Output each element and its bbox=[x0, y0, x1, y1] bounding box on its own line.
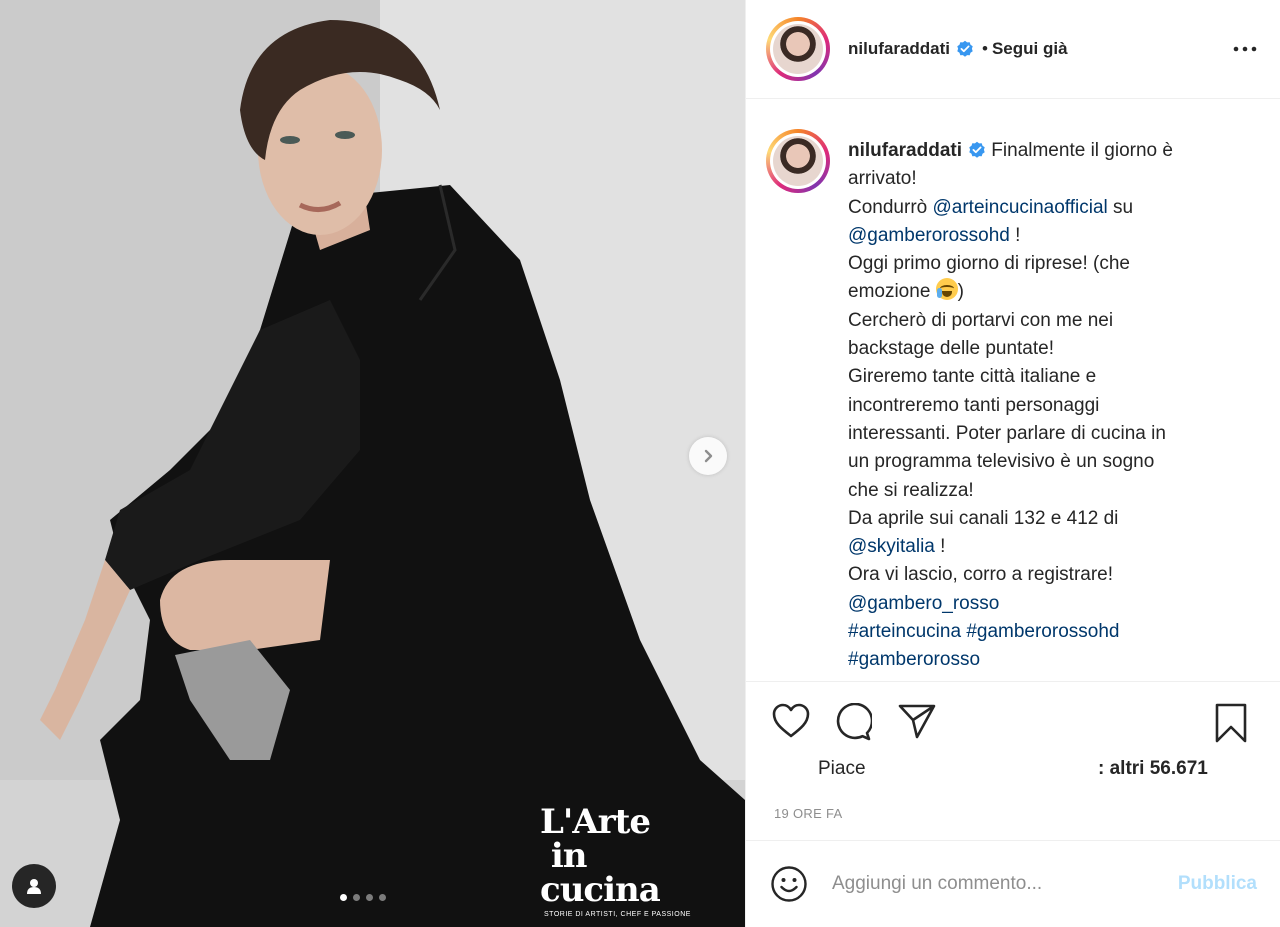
caption-text-segment: emozione bbox=[848, 281, 936, 303]
caption-line: @skyitalia ! bbox=[848, 533, 1223, 561]
caption-text-segment: Cercherò di portarvi con me nei bbox=[848, 309, 1114, 331]
caption-line: #gamberorosso bbox=[848, 646, 1223, 674]
caption-text-segment: ! bbox=[1009, 224, 1021, 246]
caption-line: Ora vi lascio, corro a registrare! bbox=[848, 561, 1223, 589]
caption-text-segment: incontreremo tanti personaggi bbox=[848, 394, 1100, 416]
caption-text: nilufaraddati Finalmente il giorno è arr… bbox=[848, 137, 1223, 681]
avatar[interactable] bbox=[766, 17, 830, 81]
caption-line: Cercherò di portarvi con me nei bbox=[848, 307, 1223, 335]
avatar-image bbox=[773, 24, 823, 74]
caption-text-segment: un programma televisivo è un sogno bbox=[848, 451, 1155, 473]
caption-text-segment: backstage delle puntate! bbox=[848, 338, 1054, 360]
publish-button[interactable]: Pubblica bbox=[1178, 873, 1257, 895]
carousel-indicator bbox=[340, 894, 386, 901]
post-media[interactable]: L'Arte in cucina STORIE DI ARTISTI, CHEF… bbox=[0, 0, 745, 927]
post-timestamp[interactable]: 19 ORE FA bbox=[774, 806, 842, 821]
carousel-dot bbox=[353, 894, 360, 901]
more-options-button[interactable] bbox=[1230, 39, 1260, 59]
follow-separator: • bbox=[982, 39, 988, 58]
post-side-panel: nilufaraddati • Segui già nilufaraddati … bbox=[745, 0, 1280, 927]
author-username[interactable]: nilufaraddati bbox=[848, 39, 950, 59]
post-photo bbox=[0, 0, 745, 927]
caption-text-segment: Oggi primo giorno di riprese! (che bbox=[848, 253, 1130, 275]
post-caption: nilufaraddati Finalmente il giorno è arr… bbox=[746, 99, 1280, 682]
caption-line: @gambero_rosso bbox=[848, 590, 1223, 618]
following-button[interactable]: Segui già bbox=[992, 39, 1068, 59]
crying-face-emoji-icon bbox=[935, 278, 958, 301]
caption-text-segment: arrivato! bbox=[848, 168, 917, 190]
caption-text-segment: Ora vi lascio, corro a registrare! bbox=[848, 564, 1114, 586]
caption-text-segment: su bbox=[1107, 196, 1134, 218]
caption-line: interessanti. Poter parlare di cucina in bbox=[848, 420, 1223, 448]
caption-line: Condurrò @arteincucinaofficial su bbox=[848, 194, 1223, 222]
likes-count[interactable]: : altri 56.671 bbox=[1098, 758, 1208, 780]
share-icon[interactable] bbox=[898, 703, 936, 739]
caption-line: backstage delle puntate! bbox=[848, 335, 1223, 363]
caption-text-segment: interessanti. Poter parlare di cucina in bbox=[848, 422, 1166, 444]
tagged-users-button[interactable] bbox=[12, 864, 56, 908]
bookmark-icon[interactable] bbox=[1214, 703, 1248, 743]
caption-line: che si realizza! bbox=[848, 477, 1223, 505]
caption-text-segment: Condurrò bbox=[848, 196, 933, 218]
chevron-right-icon bbox=[704, 449, 713, 463]
avatar-image bbox=[773, 136, 823, 186]
show-watermark-logo: L'Arte in cucina STORIE DI ARTISTI, CHEF… bbox=[540, 802, 691, 918]
caption-line: Gireremo tante città italiane e bbox=[848, 363, 1223, 391]
post-actions bbox=[746, 683, 1280, 763]
caption-line: Oggi primo giorno di riprese! (che bbox=[848, 250, 1223, 278]
verified-icon bbox=[969, 141, 985, 158]
hashtag-link[interactable]: #gamberorossohd bbox=[966, 621, 1119, 642]
likes-prefix: Piace bbox=[818, 758, 866, 779]
mention-link[interactable]: @skyitalia bbox=[848, 536, 935, 557]
user-tag-icon bbox=[27, 879, 41, 894]
hashtag-link[interactable]: #arteincucina bbox=[848, 621, 961, 642]
verified-icon bbox=[957, 40, 973, 57]
comment-icon[interactable] bbox=[834, 703, 872, 741]
caption-line: Da aprile sui canali 132 e 412 di bbox=[848, 505, 1223, 533]
carousel-dot bbox=[379, 894, 386, 901]
caption-username[interactable]: nilufaraddati bbox=[848, 140, 962, 161]
caption-line: arrivato! bbox=[848, 165, 1223, 193]
caption-line: emozione ) bbox=[848, 278, 1223, 306]
caption-text-segment: ! bbox=[934, 536, 946, 558]
comment-bar: Pubblica bbox=[746, 840, 1280, 927]
caption-line: #arteincucina #gamberorossohd bbox=[848, 618, 1223, 646]
mention-link[interactable]: @gambero_rosso bbox=[848, 593, 999, 614]
caption-text-segment: ) bbox=[957, 281, 964, 303]
comment-input[interactable] bbox=[832, 873, 1132, 895]
caption-line: @gamberorossohd ! bbox=[848, 222, 1223, 250]
caption-text-segment: Gireremo tante città italiane e bbox=[848, 366, 1097, 388]
caption-text-segment: Finalmente il giorno è bbox=[991, 140, 1173, 161]
mention-link[interactable]: @gamberorossohd bbox=[848, 225, 1010, 246]
carousel-dot bbox=[340, 894, 347, 901]
post-header: nilufaraddati • Segui già bbox=[746, 0, 1280, 99]
caption-avatar[interactable] bbox=[766, 129, 830, 193]
caption-text-segment: che si realizza! bbox=[848, 479, 974, 501]
hashtag-link[interactable]: #gamberorosso bbox=[848, 649, 980, 670]
caption-line: nilufaraddati Finalmente il giorno è bbox=[848, 137, 1223, 165]
mention-link[interactable]: @arteincucinaofficial bbox=[933, 197, 1108, 218]
more-icon bbox=[1233, 46, 1257, 52]
next-slide-button[interactable] bbox=[689, 437, 727, 475]
caption-line: un programma televisivo è un sogno bbox=[848, 448, 1223, 476]
carousel-dot bbox=[366, 894, 373, 901]
emoji-icon[interactable] bbox=[770, 865, 808, 903]
heart-icon[interactable] bbox=[772, 703, 810, 739]
caption-text-segment: Da aprile sui canali 132 e 412 di bbox=[848, 507, 1119, 529]
caption-line: incontreremo tanti personaggi bbox=[848, 392, 1223, 420]
